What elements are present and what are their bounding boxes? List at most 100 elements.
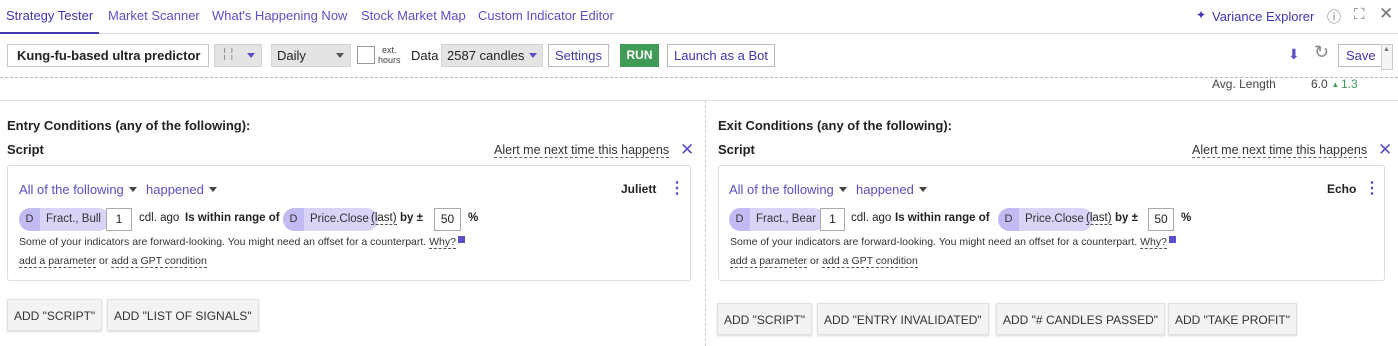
- scroll-up-icon[interactable]: ▲: [1383, 46, 1390, 53]
- section-divider: [0, 100, 1398, 101]
- chevron-down-icon: [128, 187, 137, 192]
- chevron-down-icon: [336, 53, 344, 58]
- chart-style-select[interactable]: ╎╎: [214, 44, 262, 67]
- pill-timeframe-tag: D: [19, 208, 40, 231]
- pill-label: Price.Close: [1025, 213, 1084, 225]
- kebab-menu-icon[interactable]: ⋮: [669, 178, 685, 198]
- ext-hours-line2: hours: [378, 55, 401, 65]
- save-button[interactable]: Save: [1338, 44, 1384, 67]
- exit-remove-icon[interactable]: ✕: [1378, 140, 1392, 160]
- tab-strategy-tester[interactable]: Strategy Tester: [0, 8, 100, 34]
- add-parameter-link[interactable]: add a parameter: [730, 255, 808, 268]
- forward-looking-note: Some of your indicators are forward-look…: [730, 236, 1176, 249]
- avg-length-label: Avg. Length: [1212, 77, 1276, 91]
- data-label: Data: [411, 48, 439, 63]
- last-link[interactable]: (last): [1086, 212, 1112, 225]
- chevron-down-icon: [247, 53, 255, 58]
- entry-indicator-pill[interactable]: D Fract., Bull: [19, 208, 110, 231]
- ext-hours-label: ext. hours: [378, 45, 401, 65]
- toolbar-divider: [0, 77, 1398, 78]
- candles-icon: ╎╎: [221, 47, 236, 61]
- entry-percent-input[interactable]: 50: [434, 208, 461, 231]
- exit-indicator-pill[interactable]: D Fract., Bear: [729, 208, 826, 231]
- range-label: Is within range of: [185, 212, 280, 224]
- timeframe-select[interactable]: Daily: [271, 44, 351, 67]
- launch-bot-button[interactable]: Launch as a Bot: [667, 44, 775, 67]
- entry-compare-pill[interactable]: D Price.Close: [283, 208, 378, 231]
- fullscreen-icon[interactable]: ⛶: [1354, 6, 1365, 23]
- timeframe-value: Daily: [277, 48, 306, 63]
- exit-when-value: happened: [856, 182, 914, 197]
- add-script-button[interactable]: ADD "SCRIPT": [7, 299, 103, 331]
- add-gpt-condition-link[interactable]: add a GPT condition: [822, 255, 918, 268]
- add-take-profit-button[interactable]: ADD "TAKE PROFIT": [1168, 303, 1297, 335]
- close-icon[interactable]: ✕: [1379, 4, 1393, 24]
- avg-length-delta: 1.3: [1341, 77, 1358, 91]
- ext-hours-checkbox[interactable]: [357, 46, 375, 64]
- entry-add-links: add a parameter or add a GPT condition: [19, 255, 207, 268]
- percent-sign: %: [1181, 212, 1192, 224]
- tab-stock-market-map[interactable]: Stock Market Map: [361, 8, 466, 23]
- add-entry-invalidated-button[interactable]: ADD "ENTRY INVALIDATED": [817, 303, 989, 335]
- entry-script-name: Juliett: [621, 182, 657, 196]
- cdl-ago-label: cdl. ago: [851, 212, 892, 224]
- help-icon[interactable]: ⓘ: [1327, 7, 1341, 27]
- external-link-icon[interactable]: [1168, 236, 1176, 243]
- why-link[interactable]: Why?: [1140, 236, 1167, 249]
- tab-market-scanner[interactable]: Market Scanner: [108, 8, 200, 23]
- variance-explorer-link[interactable]: Variance Explorer: [1212, 9, 1314, 24]
- entry-when-select[interactable]: happened: [146, 182, 217, 197]
- settings-button[interactable]: Settings: [548, 44, 609, 67]
- tab-custom-indicator-editor[interactable]: Custom Indicator Editor: [478, 8, 614, 23]
- strategy-name-field[interactable]: Kung-fu-based ultra predictor: [7, 44, 209, 67]
- or-text: or: [98, 255, 109, 267]
- kebab-menu-icon[interactable]: ⋮: [1364, 178, 1380, 198]
- percent-sign: %: [468, 212, 479, 224]
- entry-condition-card: All of the following happened Juliett ⋮ …: [7, 165, 691, 281]
- pill-label: Price.Close: [310, 213, 369, 225]
- exit-add-links: add a parameter or add a GPT condition: [730, 255, 918, 268]
- entry-alert-link[interactable]: Alert me next time this happens: [494, 143, 670, 158]
- add-gpt-condition-link[interactable]: add a GPT condition: [111, 255, 207, 268]
- external-link-icon[interactable]: [457, 236, 465, 243]
- note-text: Some of your indicators are forward-look…: [730, 236, 1138, 248]
- toolbar: Kung-fu-based ultra predictor ╎╎ Daily e…: [0, 35, 1398, 77]
- add-candles-passed-button[interactable]: ADD "# CANDLES PASSED": [996, 303, 1166, 335]
- refresh-icon[interactable]: ↻: [1314, 42, 1329, 63]
- exit-title: Exit Conditions (any of the following):: [718, 118, 952, 133]
- or-text: or: [809, 255, 820, 267]
- pill-timeframe-tag: D: [729, 208, 750, 231]
- entry-when-value: happened: [146, 182, 204, 197]
- scrollbar[interactable]: ▲: [1381, 44, 1393, 70]
- entry-offset-input[interactable]: 1: [106, 208, 132, 231]
- why-link[interactable]: Why?: [429, 236, 456, 249]
- exit-script-name: Echo: [1327, 182, 1357, 196]
- by-label: by ±: [1115, 212, 1138, 224]
- entry-remove-icon[interactable]: ✕: [680, 140, 694, 160]
- exit-compare-pill[interactable]: D Price.Close: [998, 208, 1093, 231]
- last-link[interactable]: (last): [371, 212, 397, 225]
- pill-timeframe-tag: D: [283, 208, 304, 231]
- data-candles-select[interactable]: 2587 candles: [441, 44, 543, 67]
- add-list-of-signals-button[interactable]: ADD "LIST OF SIGNALS": [107, 299, 259, 331]
- exit-mode-select[interactable]: All of the following: [729, 182, 847, 197]
- download-icon[interactable]: ⬇: [1288, 46, 1300, 63]
- top-nav: Strategy Tester Market Scanner What's Ha…: [0, 0, 1398, 34]
- exit-alert-link[interactable]: Alert me next time this happens: [1192, 143, 1368, 158]
- pill-timeframe-tag: D: [998, 208, 1019, 231]
- forward-looking-note: Some of your indicators are forward-look…: [19, 236, 465, 249]
- tab-whats-happening-now[interactable]: What's Happening Now: [212, 8, 347, 23]
- sparkle-icon: ✦: [1196, 8, 1207, 22]
- exit-condition-card: All of the following happened Echo ⋮ D Fr…: [718, 165, 1385, 281]
- exit-offset-input[interactable]: 1: [820, 208, 845, 231]
- pill-label: Fract., Bull: [46, 213, 101, 225]
- exit-percent-input[interactable]: 50: [1148, 208, 1174, 231]
- entry-mode-select[interactable]: All of the following: [19, 182, 137, 197]
- run-button[interactable]: RUN: [620, 44, 659, 67]
- exit-when-select[interactable]: happened: [856, 182, 927, 197]
- add-parameter-link[interactable]: add a parameter: [19, 255, 97, 268]
- add-script-button[interactable]: ADD "SCRIPT": [717, 303, 813, 335]
- up-triangle-icon: ▴: [1333, 79, 1338, 89]
- by-label: by ±: [400, 212, 423, 224]
- chevron-down-icon: [918, 187, 927, 192]
